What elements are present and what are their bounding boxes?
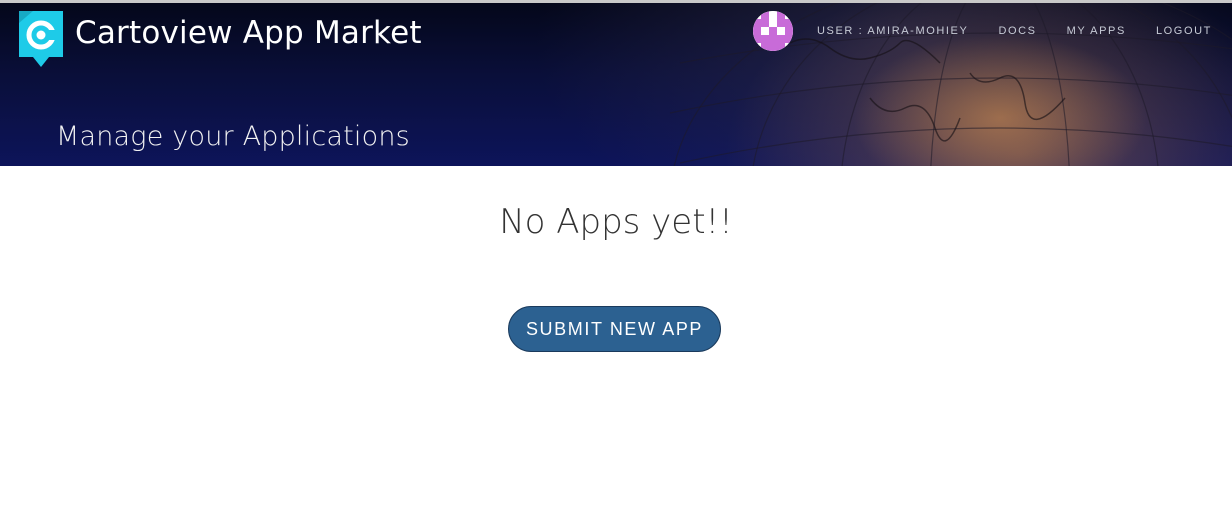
logout-link[interactable]: LOGOUT (1156, 25, 1212, 37)
avatar-image (753, 11, 794, 51)
page-title: Manage your Applications (56, 121, 410, 152)
my-apps-link[interactable]: MY APPS (1067, 25, 1126, 37)
docs-link[interactable]: DOCS (998, 25, 1036, 37)
identicon-avatar[interactable] (753, 11, 794, 51)
cartoview-logo-icon (19, 11, 63, 67)
brand-name: Cartoview App Market (75, 15, 422, 51)
top-nav: USER : AMIRA-MOHIEY DOCS MY APPS LOGOUT (753, 11, 1232, 51)
submit-new-app-button[interactable]: SUBMIT NEW APP (508, 306, 721, 352)
brand[interactable]: Cartoview App Market (19, 11, 422, 69)
empty-state-message: No Apps yet!! (499, 202, 733, 242)
header-banner: Cartoview App Market USER : AMIRA-MOHIEY… (0, 3, 1232, 166)
user-link[interactable]: USER : AMIRA-MOHIEY (817, 25, 968, 37)
